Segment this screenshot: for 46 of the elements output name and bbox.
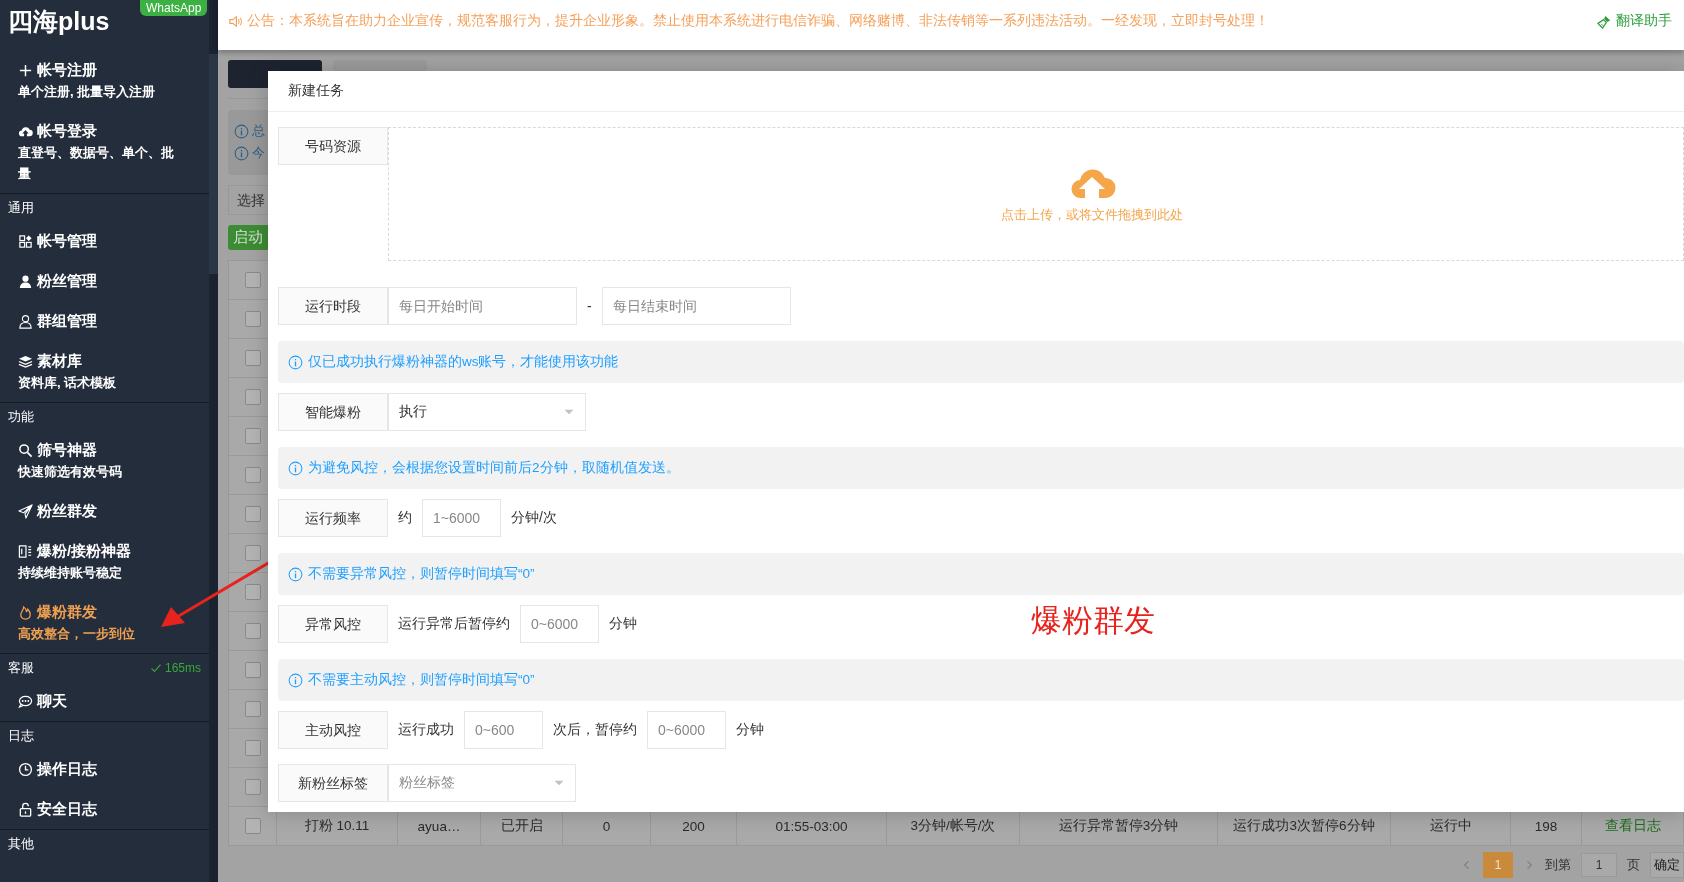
goto-label: 到第	[1545, 856, 1571, 874]
info-text: 今	[252, 144, 265, 162]
annotation-text: 爆粉群发	[1031, 602, 1155, 640]
logo: 四海plus	[8, 6, 110, 37]
table-cell: 运行成功3次暂停6分钟	[1233, 817, 1375, 835]
field-label: 号码资源	[278, 127, 388, 165]
field-label: 智能爆粉	[278, 393, 388, 431]
section-title: 通用	[8, 198, 34, 217]
table-cell: 01:55-03:00	[775, 818, 848, 834]
field-text: 分钟	[608, 615, 638, 633]
info-text: 总	[252, 122, 265, 140]
notice-text: 仅已成功执行爆粉神器的ws账号，才能使用该功能	[308, 353, 619, 371]
table-cell: 运行中	[1429, 817, 1472, 835]
table-cell: 200	[682, 818, 705, 834]
notice-text: 不需要主动风控，则暂停时间填写“0”	[308, 671, 535, 689]
notice-text: 为避免风控，会根据您设置时间前后2分钟，取随机值发送。	[308, 459, 680, 477]
table-cell: 3分钟/帐号/次	[910, 817, 996, 835]
field-text: 次后，暂停约	[552, 721, 638, 739]
table-cell: ayua…	[417, 818, 461, 834]
section-title: 功能	[8, 407, 34, 426]
field-text: 运行异常后暂停约	[397, 615, 511, 633]
field-text: 分钟/次	[510, 509, 558, 527]
field-text: 约	[397, 509, 413, 527]
field-label: 运行频率	[278, 499, 388, 537]
section-title: 日志	[8, 726, 34, 745]
table-cell: 0	[602, 818, 611, 834]
field-text: -	[586, 298, 593, 314]
field-text: 分钟	[735, 721, 765, 739]
app-badge: WhatsApp	[140, 0, 208, 16]
latency-text: 165ms	[164, 660, 201, 675]
dialog-title: 新建任务	[288, 82, 344, 100]
table-cell: 已开启	[500, 817, 543, 835]
notice-text: 不需要异常风控，则暂停时间填写“0”	[308, 565, 535, 583]
field-text: 运行成功	[397, 721, 455, 739]
table-cell: 198	[1534, 818, 1558, 834]
table-cell: 运行异常暂停3分钟	[1058, 817, 1179, 835]
field-label: 主动风控	[278, 711, 388, 749]
field-label: 新粉丝标签	[278, 764, 388, 802]
field-label: 异常风控	[278, 605, 388, 643]
upload-hint: 点击上传，或将文件拖拽到此处	[1001, 206, 1183, 224]
page-unit: 页	[1627, 856, 1640, 874]
field-label: 运行时段	[278, 287, 388, 325]
section-title: 其他	[8, 834, 34, 853]
table-cell: 打粉 10.11	[304, 817, 370, 835]
announcement-text: 公告：本系统旨在助力企业宣传，规范客服行为，提升企业形象。禁止使用本系统进行电信诈骗、网络赌博、非法传销等一系列违法活动。一经发现，立即封号处理！	[247, 12, 1269, 30]
section-title: 客服	[8, 658, 34, 677]
